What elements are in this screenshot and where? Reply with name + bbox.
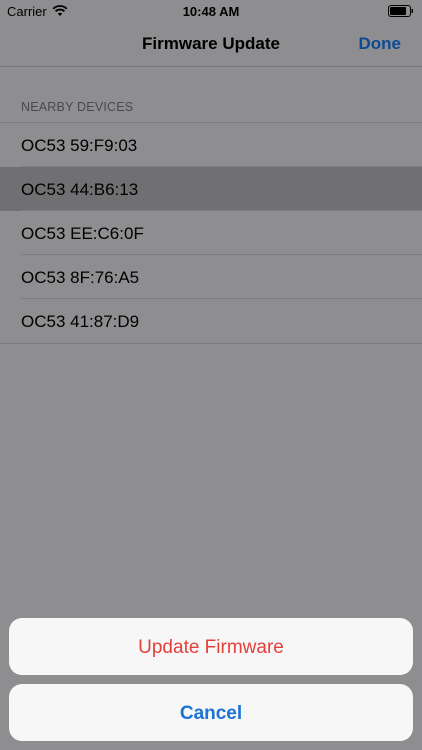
device-row[interactable]: OC53 8F:76:A5	[0, 255, 422, 299]
cancel-label: Cancel	[179, 703, 243, 724]
device-label: OC53 41:87:D9	[21, 312, 140, 331]
done-button[interactable]: Done	[359, 34, 402, 54]
device-list: OC53 59:F9:03 OC53 44:B6:13 OC53 EE:C6:0…	[0, 122, 422, 344]
section-header: NEARBY DEVICES	[21, 100, 134, 114]
update-firmware-label: Update Firmware	[138, 637, 284, 658]
device-row[interactable]: OC53 EE:C6:0F	[0, 211, 422, 255]
status-time: 10:48 AM	[182, 4, 240, 19]
device-label: OC53 44:B6:13	[21, 180, 139, 199]
device-row-selected[interactable]: OC53 44:B6:13	[0, 167, 422, 211]
status-bar: Carrier 10:48 AM	[0, 0, 422, 22]
cancel-button[interactable]: Cancel	[9, 684, 413, 741]
device-row[interactable]: OC53 59:F9:03	[0, 123, 422, 167]
battery-icon	[388, 5, 413, 17]
device-label: OC53 8F:76:A5	[21, 268, 140, 287]
navigation-bar: Firmware Update Done	[0, 22, 422, 67]
update-firmware-button[interactable]: Update Firmware	[9, 618, 413, 675]
device-label: OC53 EE:C6:0F	[21, 224, 144, 243]
device-row[interactable]: OC53 41:87:D9	[0, 299, 422, 343]
device-label: OC53 59:F9:03	[21, 136, 138, 155]
